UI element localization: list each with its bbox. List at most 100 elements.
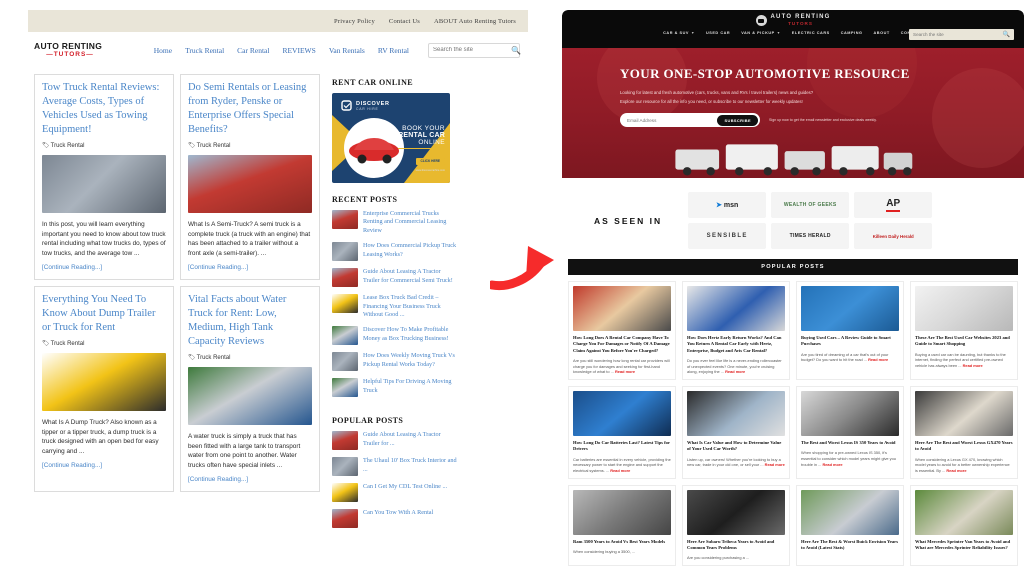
nav-item-rv-rental[interactable]: RV Rental [378,46,409,55]
email-field[interactable] [627,118,717,123]
article-category[interactable]: 🏷Truck Rental [188,354,312,361]
continue-reading-link[interactable]: [Continue Reading...] [42,264,166,271]
popular-post-card[interactable]: What Is Car Value and How to Determine V… [682,386,790,479]
article-category[interactable]: 🏷Truck Rental [42,142,166,149]
post-title[interactable]: The Uhaul 10' Box Truck Interior and ... [363,457,457,476]
popular-post-card[interactable]: Here Are Subaru Tribeca Years to Avoid a… [682,485,790,566]
continue-reading-link[interactable]: [Continue Reading...] [188,264,312,271]
article-category[interactable]: 🏷Truck Rental [188,142,312,149]
advertisement-banner[interactable]: DISCOVER CAR HIRE BOOK YOUR RENTAL CAR O… [332,93,450,183]
post-title[interactable]: Guide About Leasing A Tractor Trailer fo… [363,268,457,287]
post-title[interactable]: How Long Do Car Batteries Last? Latest T… [573,440,671,453]
popular-post-card[interactable]: How Long Do Car Batteries Last? Latest T… [568,386,676,479]
continue-reading-link[interactable]: [Continue Reading...] [42,462,166,469]
dark-nav-item-car-suv[interactable]: CAR & SUV▼ [663,31,695,35]
post-title[interactable]: Discover How To Make Profitable Money as… [363,326,457,345]
dark-nav-item-camping[interactable]: CAMPING [841,31,863,35]
dark-search-input[interactable] [913,32,1003,37]
popular-post-card[interactable]: How Does Hertz Early Return Works? And C… [682,281,790,380]
dark-nav-item-van-pickup[interactable]: VAN & PICKUP▼ [741,31,781,35]
nav-item-van-rentals[interactable]: Van Rentals [329,46,365,55]
search-box[interactable]: 🔍 [428,43,520,58]
post-title[interactable]: How Does Weekly Moving Truck Vs Pickup R… [363,352,457,371]
list-item[interactable]: How Does Commercial Pickup Truck Leasing… [332,242,457,261]
list-item[interactable]: Discover How To Make Profitable Money as… [332,326,457,345]
list-item[interactable]: Can I Get My CDL Test Online ... [332,483,457,502]
dark-site-logo[interactable]: AUTO RENTING TUTORS [562,10,1024,27]
post-title[interactable]: These Are The Best Used Car Websites 202… [915,335,1013,348]
search-icon[interactable]: 🔍 [1003,31,1010,38]
article-card[interactable]: Vital Facts about Water Truck for Rent: … [180,286,320,492]
read-more-link[interactable]: Read more [963,363,983,368]
read-more-link[interactable]: Read more [946,468,966,473]
post-title[interactable]: Can I Get My CDL Test Online ... [363,483,447,502]
read-more-link[interactable]: Read more [725,369,745,374]
dark-nav-item-electric-cars[interactable]: ELECTRIC CARS [792,31,830,35]
read-more-link[interactable]: Read more [822,462,842,467]
nav-item-car-rental[interactable]: Car Rental [237,46,269,55]
post-title[interactable]: Here Are Subaru Tribeca Years to Avoid a… [687,539,785,552]
newsletter-form[interactable]: SUBSCRIBE [620,113,760,127]
dark-nav-item-about[interactable]: ABOUT [874,31,890,35]
nav-item-truck-rental[interactable]: Truck Rental [185,46,224,55]
popular-post-card[interactable]: The Best and Worst Lexus IS 350 Years to… [796,386,904,479]
list-item[interactable]: Helpful Tips For Driving A Moving Truck [332,378,457,397]
post-title[interactable]: Lease Box Truck Bad Credit – Financing Y… [363,294,457,319]
article-card[interactable]: Do Semi Rentals or Leasing from Ryder, P… [180,74,320,280]
article-title[interactable]: Vital Facts about Water Truck for Rent: … [188,293,312,349]
search-input[interactable] [433,47,511,53]
article-title[interactable]: Do Semi Rentals or Leasing from Ryder, P… [188,81,312,137]
article-title[interactable]: Everything You Need To Know About Dump T… [42,293,166,335]
continue-reading-link[interactable]: [Continue Reading...] [188,476,312,483]
list-item[interactable]: Guide About Leasing A Tractor Trailer fo… [332,268,457,287]
newsletter-signup-row: SUBSCRIBE Sign up now to get the email n… [620,113,1024,127]
post-title[interactable]: How Does Hertz Early Return Works? And C… [687,335,785,354]
article-card[interactable]: Everything You Need To Know About Dump T… [34,286,174,492]
nav-item-home[interactable]: Home [154,46,172,55]
site-logo[interactable]: AUTO RENTING TUTORS [34,42,106,59]
read-more-link[interactable]: Read more [765,462,785,467]
article-card[interactable]: Tow Truck Rental Reviews: Average Costs,… [34,74,174,280]
nav-item-reviews[interactable]: REVIEWS [282,46,315,55]
list-item[interactable]: How Does Weekly Moving Truck Vs Pickup R… [332,352,457,371]
read-more-link[interactable]: Read more [868,357,888,362]
post-title[interactable]: What Is Car Value and How to Determine V… [687,440,785,453]
popular-post-card[interactable]: Buying Used Cars – A Review Guide to Sma… [796,281,904,380]
post-title[interactable]: Guide About Leasing A Tractor Trailer fo… [363,431,457,450]
hero-subtitle-2: Explore our resource for all the info yo… [620,98,1024,105]
article-title[interactable]: Tow Truck Rental Reviews: Average Costs,… [42,81,166,137]
list-item[interactable]: Guide About Leasing A Tractor Trailer fo… [332,431,457,450]
post-title[interactable]: The Best and Worst Lexus IS 350 Years to… [801,440,899,446]
read-more-link[interactable]: Read more [615,369,635,374]
topbar-link-privacy[interactable]: Privacy Policy [334,18,375,25]
article-category[interactable]: 🏷Truck Rental [42,340,166,347]
search-icon[interactable]: 🔍 [511,46,521,55]
dark-nav-item-used-car[interactable]: USED CAR [706,31,730,35]
post-title[interactable]: Helpful Tips For Driving A Moving Truck [363,378,457,397]
list-item[interactable]: The Uhaul 10' Box Truck Interior and ... [332,457,457,476]
list-item[interactable]: Enterprise Commercial Trucks Renting and… [332,210,457,235]
topbar-link-about[interactable]: ABOUT Auto Renting Tutors [434,18,516,25]
post-title[interactable]: Can You Tow With A Rental [363,509,433,528]
popular-post-card[interactable]: Here Are The Best and Worst Lexus GX470 … [910,386,1018,479]
post-title[interactable]: How Does Commercial Pickup Truck Leasing… [363,242,457,261]
post-title[interactable]: Ram 3500 Years to Avoid Vs Best Years Mo… [573,539,671,545]
post-title[interactable]: What Mercedes Sprinter Van Years to Avoi… [915,539,1013,552]
post-title[interactable]: Buying Used Cars – A Review Guide to Sma… [801,335,899,348]
post-title[interactable]: Here Are The Best & Worst Buick Envision… [801,539,899,552]
popular-post-card[interactable]: These Are The Best Used Car Websites 202… [910,281,1018,380]
list-item[interactable]: Can You Tow With A Rental [332,509,457,528]
popular-post-card[interactable]: How Long Does A Rental Car Company Have … [568,281,676,380]
dark-search-box[interactable]: 🔍 [909,29,1014,40]
post-title[interactable]: How Long Does A Rental Car Company Have … [573,335,671,354]
popular-post-card[interactable]: Here Are The Best & Worst Buick Envision… [796,485,904,566]
topbar-link-contact[interactable]: Contact Us [389,18,420,25]
popular-post-card[interactable]: What Mercedes Sprinter Van Years to Avoi… [910,485,1018,566]
post-title[interactable]: Enterprise Commercial Trucks Renting and… [363,210,457,235]
list-item[interactable]: Lease Box Truck Bad Credit – Financing Y… [332,294,457,319]
read-more-link[interactable]: Read more [610,468,630,473]
subscribe-button[interactable]: SUBSCRIBE [717,115,758,126]
popular-post-card[interactable]: Ram 3500 Years to Avoid Vs Best Years Mo… [568,485,676,566]
ad-cta-button[interactable]: CLICK HERE [416,158,445,165]
post-title[interactable]: Here Are The Best and Worst Lexus GX470 … [915,440,1013,453]
